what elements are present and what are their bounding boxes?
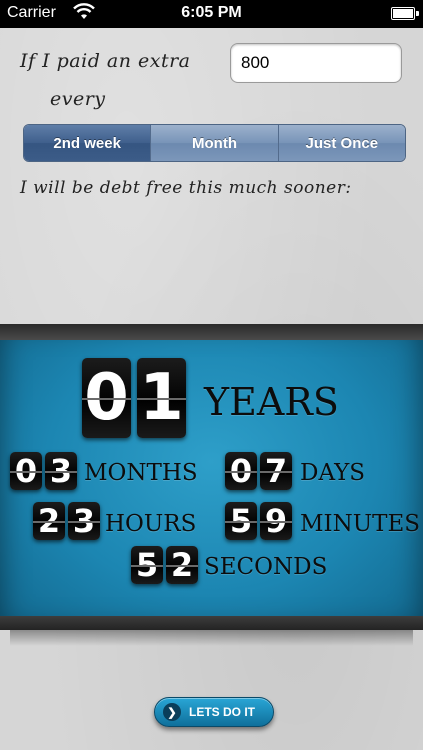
battery-icon [391, 7, 419, 20]
months-digit-ones: 3 [45, 452, 77, 490]
years-digit-tens: 0 [82, 358, 131, 438]
hours-digit-tens: 2 [33, 502, 65, 540]
minutes-label: MINUTES [300, 511, 421, 537]
minutes-digit-tens: 5 [225, 502, 257, 540]
years-digit-ones: 1 [137, 358, 186, 438]
seconds-digit-tens: 5 [131, 546, 163, 584]
clock: 6:05 PM [181, 4, 242, 21]
hours-digit-ones: 3 [68, 502, 100, 540]
status-bar: Carrier 6:05 PM [0, 0, 423, 28]
lets-do-it-label: LETS DO IT [189, 705, 255, 719]
countdown-panel: 0 1 YEARS 0 3 MONTHS 0 7 DAYS 2 3 HOURS … [0, 324, 423, 630]
segment-just-once[interactable]: Just Once [277, 125, 405, 161]
years-label: YEARS [204, 380, 339, 424]
seconds-digit-ones: 2 [166, 546, 198, 584]
lets-do-it-button[interactable]: ❯ LETS DO IT [154, 697, 274, 727]
hours-label: HOURS [105, 511, 197, 537]
days-digit-tens: 0 [225, 452, 257, 490]
extra-amount-input[interactable] [230, 43, 402, 83]
days-label: DAYS [300, 460, 366, 486]
prompt-line-1: If I paid an extra [20, 50, 191, 72]
panel-shadow [10, 630, 413, 646]
months-digit-tens: 0 [10, 452, 42, 490]
segment-2nd-week[interactable]: 2nd week [24, 125, 151, 161]
segment-month[interactable]: Month [150, 125, 278, 161]
seconds-label: SECONDS [204, 554, 328, 580]
result-label: I will be debt free this much sooner: [20, 178, 352, 198]
chevron-right-icon: ❯ [163, 703, 181, 721]
months-label: MONTHS [84, 460, 198, 486]
days-digit-ones: 7 [260, 452, 292, 490]
minutes-digit-ones: 9 [260, 502, 292, 540]
frequency-segmented-control: 2nd week Month Just Once [23, 124, 406, 162]
prompt-line-2: every [50, 88, 106, 110]
